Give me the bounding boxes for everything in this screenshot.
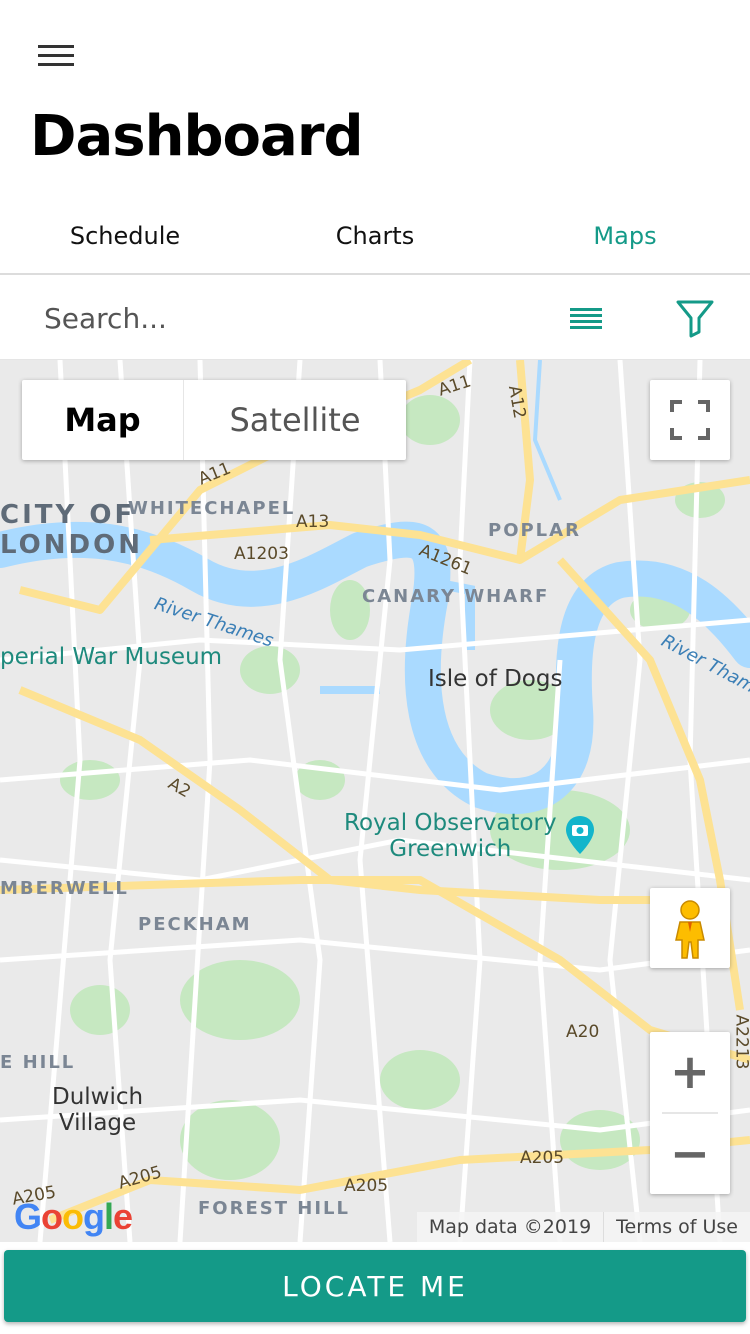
map-data-text: Map data ©2019 [428, 1216, 592, 1238]
map-label-place: Dulwich Village [52, 1084, 144, 1136]
street-view-pegman-icon [675, 900, 705, 959]
map-label-poi: perial War Museum [0, 644, 223, 670]
tab-charts[interactable]: Charts [250, 200, 500, 273]
hamburger-menu-icon[interactable] [30, 38, 82, 74]
map-label-city: CITY OF LONDON [0, 500, 143, 560]
tab-maps[interactable]: Maps [500, 200, 750, 273]
map-label-district: PECKHAM [138, 914, 252, 935]
map-label-district: WHITECHAPEL [128, 498, 296, 519]
map-label-road: A205 [344, 1176, 389, 1196]
map-type-satellite-button[interactable]: Satellite [184, 380, 406, 460]
map-type-map-button[interactable]: Map [22, 380, 184, 460]
map-label-road: A1203 [234, 544, 289, 564]
map-label-district: POPLAR [488, 520, 581, 541]
map-type-toggle: Map Satellite [22, 380, 406, 460]
map-attribution: Map data ©2019 Terms of Use [416, 1212, 750, 1242]
map-view[interactable]: A11 A12 A11 CITY OF LONDON WHITECHAPEL A… [0, 360, 750, 1242]
map-label-district: E HILL [0, 1052, 76, 1073]
locate-me-button[interactable]: LOCATE ME [4, 1250, 746, 1322]
list-view-icon[interactable] [565, 298, 607, 338]
zoom-out-button[interactable]: − [650, 1114, 730, 1194]
tab-schedule[interactable]: Schedule [0, 200, 250, 273]
fullscreen-icon [670, 400, 710, 440]
terms-of-use-link[interactable]: Terms of Use [603, 1212, 750, 1242]
map-label-district: MBERWELL [0, 878, 129, 899]
map-label-district: FOREST HILL [198, 1198, 350, 1219]
map-label-road: A13 [296, 512, 330, 532]
fullscreen-button[interactable] [650, 380, 730, 460]
map-label-place: Isle of Dogs [428, 666, 563, 692]
filter-icon[interactable] [672, 296, 718, 340]
map-label-road: A20 [566, 1022, 600, 1042]
map-label-road: A205 [520, 1148, 565, 1168]
map-label-road: A2213 [731, 1014, 750, 1070]
map-label-poi: Royal Observatory Greenwich [344, 810, 557, 862]
tab-bar: Schedule Charts Maps [0, 200, 750, 275]
page-title: Dashboard [30, 104, 364, 169]
search-input[interactable] [30, 294, 510, 342]
search-bar [0, 276, 750, 360]
zoom-in-button[interactable]: + [650, 1032, 730, 1112]
map-label-district: CANARY WHARF [362, 586, 550, 607]
google-logo[interactable]: Google [14, 1196, 133, 1238]
zoom-control: + − [650, 1032, 730, 1194]
camera-poi-icon[interactable] [564, 814, 596, 856]
street-view-button[interactable] [650, 888, 730, 968]
